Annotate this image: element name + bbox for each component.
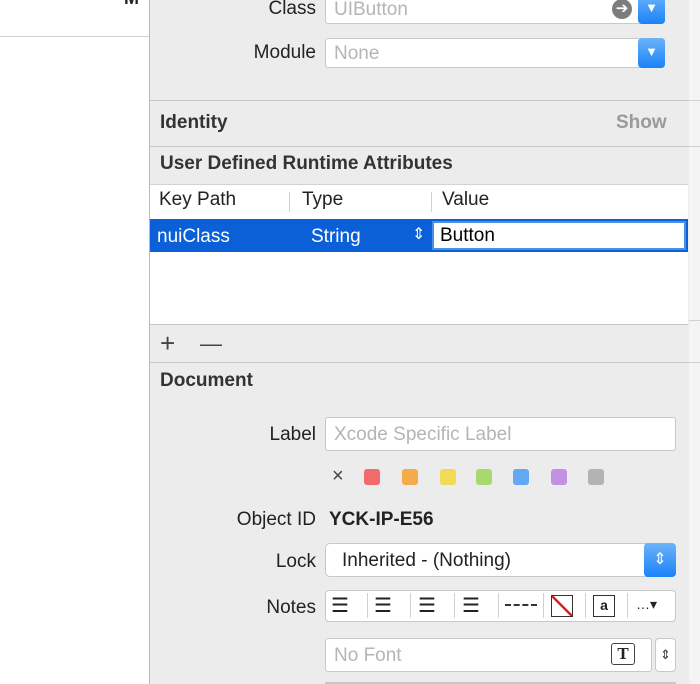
canvas-area bbox=[0, 0, 150, 684]
label-color-yellow[interactable] bbox=[440, 469, 456, 485]
column-divider bbox=[289, 192, 290, 212]
label-color-gray[interactable] bbox=[588, 469, 604, 485]
go-to-class-arrow-icon[interactable]: ➔ bbox=[612, 0, 632, 19]
toolbar-divider bbox=[627, 593, 628, 618]
align-justify-icon[interactable]: ☰ bbox=[462, 593, 480, 618]
canvas-divider bbox=[0, 36, 150, 37]
toolbar-divider bbox=[454, 593, 455, 618]
toolbar-divider bbox=[410, 593, 411, 618]
label-color-blue[interactable] bbox=[513, 469, 529, 485]
label-color-green[interactable] bbox=[476, 469, 492, 485]
row-key-path[interactable]: nuiClass bbox=[157, 226, 230, 248]
module-label: Module bbox=[253, 42, 316, 63]
row-type[interactable]: String bbox=[311, 226, 361, 248]
font-size-stepper-icon[interactable]: ⇕ bbox=[655, 638, 676, 672]
remove-attribute-button[interactable]: — bbox=[200, 331, 222, 357]
align-center-icon[interactable]: ☰ bbox=[374, 593, 392, 618]
module-combo[interactable]: None bbox=[325, 38, 665, 68]
object-id-value: YCK-IP-E56 bbox=[329, 509, 434, 530]
label-color-purple[interactable] bbox=[551, 469, 567, 485]
lock-label: Lock bbox=[275, 551, 316, 572]
align-left-icon[interactable]: ☰ bbox=[331, 593, 349, 618]
column-header-key-path[interactable]: Key Path bbox=[159, 189, 236, 211]
column-header-value[interactable]: Value bbox=[442, 189, 489, 211]
clear-color-icon[interactable]: × bbox=[332, 466, 344, 486]
column-divider bbox=[431, 192, 432, 212]
object-id-label: Object ID bbox=[236, 509, 316, 530]
toolbar-divider bbox=[543, 593, 544, 618]
font-value: No Font bbox=[334, 645, 402, 666]
doc-label-label: Label bbox=[269, 424, 317, 445]
toolbar-divider bbox=[367, 593, 368, 618]
identity-show-link[interactable]: Show bbox=[616, 112, 667, 134]
notes-label: Notes bbox=[266, 597, 316, 618]
align-right-icon[interactable]: ☰ bbox=[418, 593, 436, 618]
align-natural-icon[interactable] bbox=[505, 604, 537, 608]
runtime-attributes-title: User Defined Runtime Attributes bbox=[160, 153, 453, 174]
class-label: Class bbox=[268, 0, 316, 19]
section-separator bbox=[150, 100, 689, 101]
label-color-red[interactable] bbox=[364, 469, 380, 485]
table-bottom-border bbox=[150, 324, 688, 325]
identity-section-title: Identity bbox=[160, 112, 228, 133]
lock-value: Inherited - (Nothing) bbox=[342, 550, 511, 571]
font-field[interactable]: No Font bbox=[325, 638, 652, 672]
section-separator bbox=[150, 146, 689, 147]
lock-popup[interactable]: Inherited - (Nothing) bbox=[325, 543, 676, 577]
module-dropdown-chevron-icon[interactable]: ▼ bbox=[638, 38, 665, 68]
class-dropdown-chevron-icon[interactable]: ▼ bbox=[638, 0, 665, 24]
font-picker-icon[interactable]: T bbox=[611, 643, 635, 665]
add-attribute-button[interactable]: + bbox=[160, 328, 175, 359]
more-options-icon[interactable]: …▾ bbox=[636, 596, 657, 613]
class-value: UIButton bbox=[334, 0, 408, 20]
doc-label-input[interactable]: Xcode Specific Label bbox=[325, 417, 676, 451]
document-section-title: Document bbox=[160, 370, 253, 391]
type-stepper-icon[interactable]: ⇕ bbox=[412, 224, 425, 244]
label-color-orange[interactable] bbox=[402, 469, 418, 485]
row-value-field[interactable]: Button bbox=[432, 221, 686, 250]
section-separator bbox=[150, 362, 689, 363]
strikethrough-icon[interactable]: a bbox=[593, 595, 615, 617]
doc-label-placeholder: Xcode Specific Label bbox=[334, 424, 512, 445]
lock-popup-stepper-icon[interactable]: ⇕ bbox=[644, 543, 676, 577]
identity-inspector bbox=[149, 0, 690, 684]
toolbar-divider bbox=[585, 593, 586, 618]
no-color-icon[interactable] bbox=[551, 595, 573, 617]
toolbar-divider bbox=[498, 593, 499, 618]
column-header-type[interactable]: Type bbox=[302, 189, 343, 211]
right-edge-strip bbox=[689, 0, 700, 684]
module-value: None bbox=[334, 43, 380, 64]
canvas-peek-text: M bbox=[124, 0, 139, 9]
